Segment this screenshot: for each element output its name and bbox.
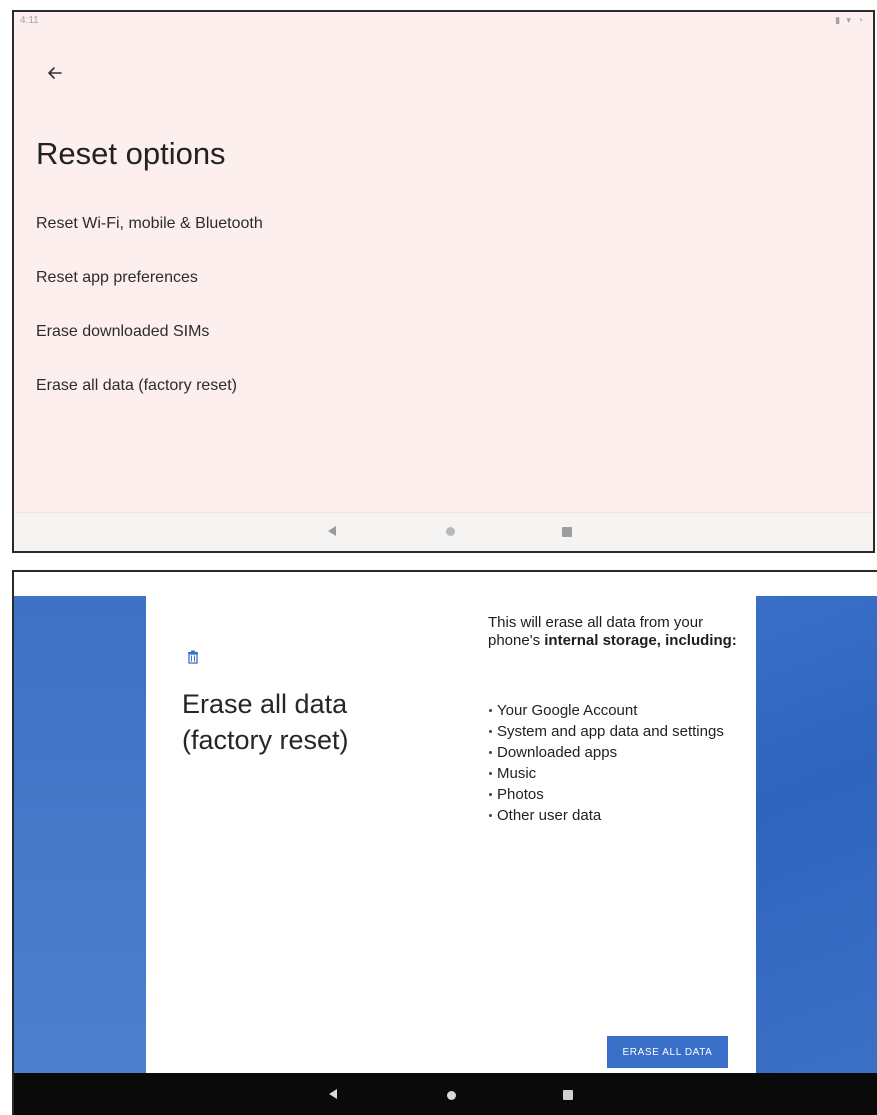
nav-back-icon[interactable] — [327, 1088, 339, 1100]
page-title: Reset options — [36, 136, 226, 171]
description-bold: internal storage — [544, 632, 657, 649]
status-bar: 4:11 ▮ ▾ ◔ — [14, 12, 873, 32]
nav-recents-icon[interactable] — [562, 527, 572, 537]
reset-options-screen: 4:11 ▮ ▾ ◔ Reset options Reset Wi-Fi, mo… — [12, 10, 875, 553]
side-panel-right — [756, 596, 877, 1074]
nav-recents-icon[interactable] — [563, 1090, 573, 1100]
navigation-bar — [14, 1073, 877, 1115]
option-factory-reset[interactable]: Erase all data (factory reset) — [36, 374, 636, 428]
status-time: 4:11 — [20, 15, 39, 26]
list-item: System and app data and settings — [488, 721, 750, 742]
option-erase-sims[interactable]: Erase downloaded SIMs — [36, 320, 636, 374]
erase-title-line2: (factory reset) — [182, 725, 349, 755]
list-item: Music — [488, 763, 750, 784]
list-item: Other user data — [488, 805, 750, 826]
nav-home-icon[interactable] — [446, 527, 455, 536]
list-item: Downloaded apps — [488, 742, 750, 763]
option-reset-network[interactable]: Reset Wi-Fi, mobile & Bluetooth — [36, 212, 636, 266]
description-suffix: , including: — [656, 632, 737, 649]
erase-all-data-button[interactable]: ERASE ALL DATA — [607, 1036, 728, 1068]
erase-title-line1: Erase all data — [182, 689, 348, 719]
arrow-left-icon — [48, 67, 62, 79]
nav-back-icon[interactable] — [326, 525, 338, 537]
navigation-bar — [14, 512, 873, 551]
erase-items-list: Your Google Account System and app data … — [488, 700, 750, 826]
reset-options-list: Reset Wi-Fi, mobile & Bluetooth Reset ap… — [36, 212, 636, 428]
erase-description: This will erase all data from your phone… — [488, 614, 748, 650]
side-panel-left — [14, 596, 146, 1074]
option-reset-app-preferences[interactable]: Reset app preferences — [36, 266, 636, 320]
back-button[interactable] — [40, 58, 70, 88]
erase-all-data-screen: Erase all data (factory reset) This will… — [12, 570, 877, 1115]
erase-title: Erase all data (factory reset) — [182, 686, 452, 758]
list-item: Your Google Account — [488, 700, 750, 721]
list-item: Photos — [488, 784, 750, 805]
status-icons: ▮ ▾ ◔ — [835, 15, 865, 25]
nav-home-icon[interactable] — [447, 1091, 456, 1100]
trash-icon — [188, 650, 198, 664]
